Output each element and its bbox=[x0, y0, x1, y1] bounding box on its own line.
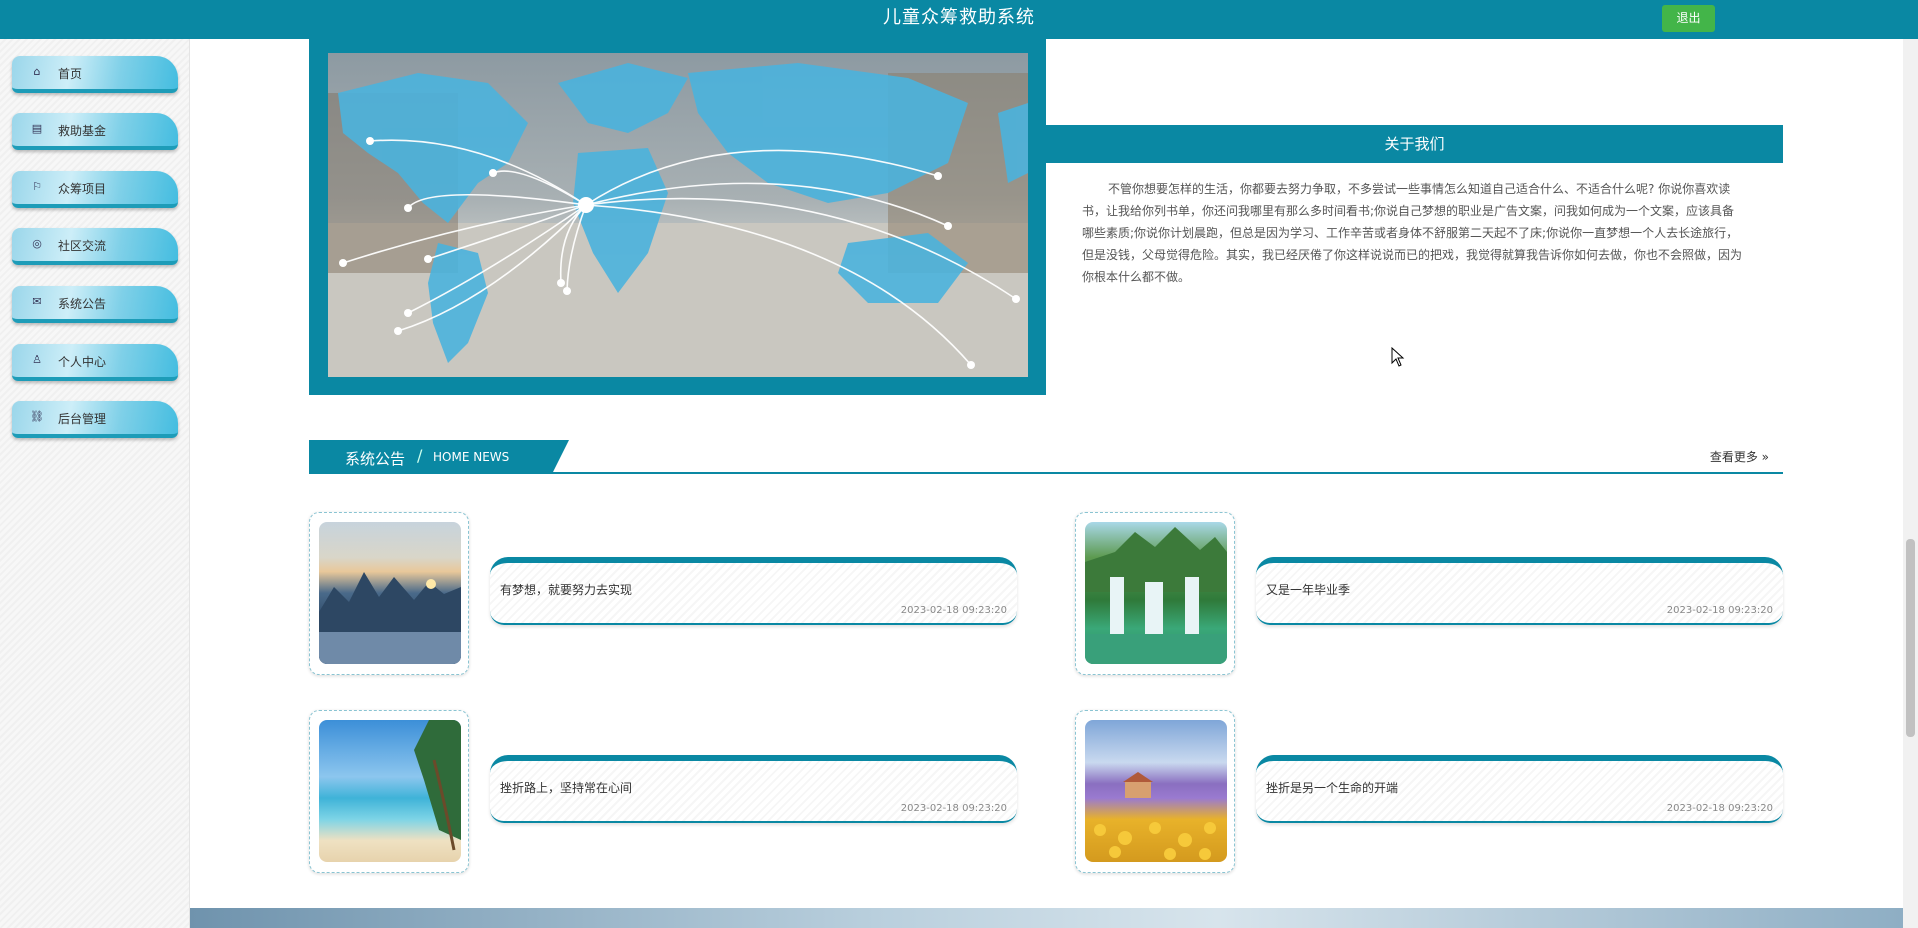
palm-tree-graphic bbox=[414, 720, 461, 851]
flag-icon: ⚐ bbox=[32, 180, 42, 193]
news-thumbnail[interactable] bbox=[309, 512, 469, 675]
news-item-title: 又是一年毕业季 bbox=[1266, 583, 1351, 597]
news-item-title: 挫折路上，坚持常在心间 bbox=[500, 781, 633, 795]
news-card[interactable]: 挫折是另一个生命的开端 2023-02-18 09:23:20 bbox=[1256, 755, 1783, 823]
sidebar-item-projects[interactable]: ⚐ 众筹项目 bbox=[12, 171, 178, 208]
user-icon: ♙ bbox=[32, 353, 42, 366]
mountain-sunset-image bbox=[319, 522, 461, 664]
waterfall-graphic bbox=[1085, 527, 1227, 664]
footer-banner bbox=[190, 908, 1903, 928]
top-header: 儿童众筹救助系统 退出 bbox=[0, 0, 1918, 39]
news-thumbnail[interactable] bbox=[1075, 710, 1235, 873]
sidebar-item-label: 救助基金 bbox=[58, 124, 107, 138]
double-chevron-right-icon: » bbox=[1761, 450, 1769, 464]
news-item-date: 2023-02-18 09:23:20 bbox=[1666, 803, 1773, 814]
about-text: 不管你想要怎样的生活，你都要去努力争取，不多尝试一些事情怎么知道自己适合什么、不… bbox=[1082, 182, 1743, 284]
mountain-graphic bbox=[319, 572, 461, 664]
sidebar-item-label: 首页 bbox=[58, 67, 83, 81]
sidebar-item-profile[interactable]: ♙ 个人中心 bbox=[12, 344, 178, 381]
slash-separator: / bbox=[417, 446, 423, 465]
view-more-link[interactable]: 查看更多 » bbox=[1710, 448, 1769, 465]
sidebar: ⌂ 首页 ▤ 救助基金 ⚐ 众筹项目 ◎ 社区交流 ✉ 系统公告 ♙ 个人中心 … bbox=[0, 39, 190, 928]
mouse-cursor-icon bbox=[1391, 347, 1405, 367]
waterfall-image bbox=[1085, 522, 1227, 664]
sidebar-item-fund[interactable]: ▤ 救助基金 bbox=[12, 113, 178, 150]
sidebar-item-label: 后台管理 bbox=[58, 412, 107, 426]
news-thumbnail[interactable] bbox=[1075, 512, 1235, 675]
scrollbar-thumb[interactable] bbox=[1906, 539, 1915, 737]
home-icon: ⌂ bbox=[33, 65, 41, 78]
sidebar-item-label: 社区交流 bbox=[58, 239, 107, 253]
about-title: 关于我们 bbox=[1046, 125, 1783, 163]
sidebar-item-announcements[interactable]: ✉ 系统公告 bbox=[12, 286, 178, 323]
beach-image bbox=[319, 720, 461, 862]
news-item-title: 有梦想，就要努力去实现 bbox=[500, 583, 633, 597]
flower-field-image bbox=[1085, 720, 1227, 862]
world-map-graphic bbox=[328, 63, 1028, 377]
chat-icon: ◎ bbox=[32, 237, 42, 250]
news-tab: 系统公告 / HOME NEWS bbox=[309, 440, 569, 472]
sidebar-item-admin[interactable]: ⛓ 后台管理 bbox=[12, 401, 178, 438]
page-scrollbar[interactable] bbox=[1903, 39, 1918, 928]
news-item-date: 2023-02-18 09:23:20 bbox=[900, 803, 1007, 814]
link-icon: ⛓ bbox=[30, 410, 44, 423]
sidebar-item-label: 众筹项目 bbox=[58, 182, 107, 196]
about-image-frame bbox=[309, 39, 1046, 395]
fund-icon: ▤ bbox=[31, 122, 43, 135]
mail-icon: ✉ bbox=[32, 295, 42, 308]
news-title: 系统公告 bbox=[345, 450, 406, 468]
view-more-label: 查看更多 bbox=[1709, 450, 1758, 464]
site-title: 儿童众筹救助系统 bbox=[883, 7, 1035, 28]
news-item-date: 2023-02-18 09:23:20 bbox=[1666, 605, 1773, 616]
sidebar-item-label: 系统公告 bbox=[58, 297, 107, 311]
logout-button[interactable]: 退出 bbox=[1662, 5, 1715, 32]
news-item-date: 2023-02-18 09:23:20 bbox=[900, 605, 1007, 616]
news-card[interactable]: 又是一年毕业季 2023-02-18 09:23:20 bbox=[1256, 557, 1783, 625]
sidebar-item-label: 个人中心 bbox=[58, 355, 107, 369]
news-card[interactable]: 有梦想，就要努力去实现 2023-02-18 09:23:20 bbox=[490, 557, 1017, 625]
news-card[interactable]: 挫折路上，坚持常在心间 2023-02-18 09:23:20 bbox=[490, 755, 1017, 823]
news-subtitle: HOME NEWS bbox=[433, 450, 510, 464]
world-map-image bbox=[328, 53, 1028, 377]
news-thumbnail[interactable] bbox=[309, 710, 469, 873]
sidebar-item-home[interactable]: ⌂ 首页 bbox=[12, 56, 178, 93]
sidebar-item-community[interactable]: ◎ 社区交流 bbox=[12, 228, 178, 265]
news-item-title: 挫折是另一个生命的开端 bbox=[1266, 781, 1399, 795]
flower-field-graphic bbox=[1094, 772, 1216, 860]
news-section-header: 系统公告 / HOME NEWS 查看更多 » bbox=[309, 440, 1783, 474]
